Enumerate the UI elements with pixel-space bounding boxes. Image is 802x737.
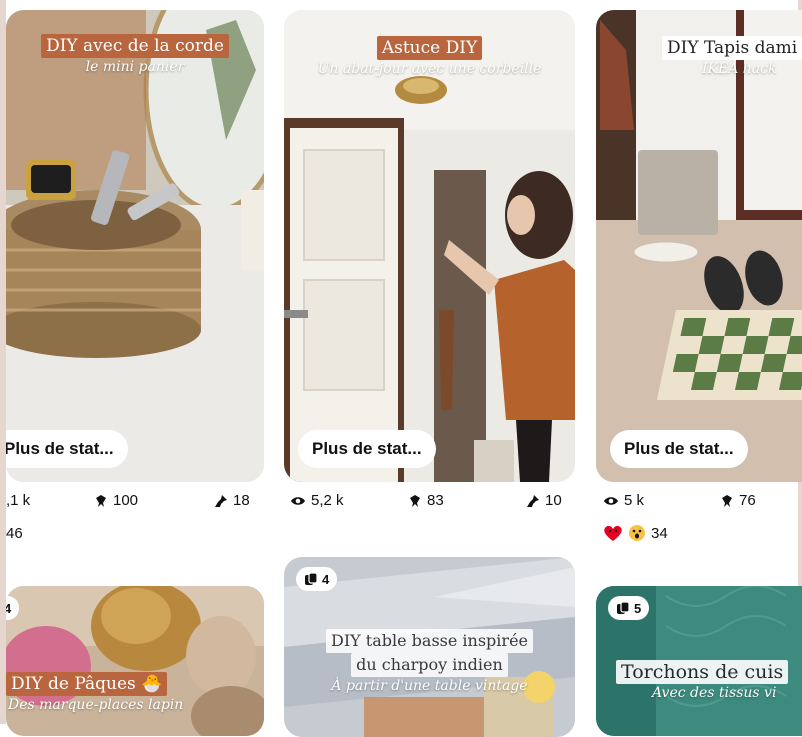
- reactions-stat: 46: [6, 525, 23, 542]
- pin-save-icon: [96, 494, 106, 507]
- card-title-overlay: DIY Tapis dami IKEA hack: [596, 36, 802, 77]
- pin-save-icon: [722, 494, 732, 507]
- heart-reaction-icon: [604, 525, 622, 541]
- pin-card-charpoy-table[interactable]: 4 DIY table basse inspirée du charpoy in…: [284, 557, 575, 737]
- card-title: DIY de Pâques 🐣: [6, 672, 168, 696]
- views-count: ,1 k: [6, 492, 31, 509]
- saves-count: 100: [113, 492, 139, 509]
- card-title-line2: du charpoy indien: [351, 653, 508, 677]
- badge-count: 4: [6, 600, 12, 616]
- pins-count: 18: [233, 492, 250, 509]
- pushpin-icon: [215, 494, 227, 507]
- views-count: 5,2 k: [311, 492, 344, 509]
- reactions-count: 46: [6, 525, 23, 542]
- card-subtitle: Un abat-jour avec une corbeille: [317, 61, 542, 77]
- rope-basket-photo: [6, 10, 264, 482]
- pins-stat: 10: [526, 492, 562, 509]
- pin-card-dish-towels[interactable]: 5 Torchons de cuis Avec des tissus vi: [596, 586, 802, 736]
- pin-card-rope-basket[interactable]: DIY avec de la corde le mini panier Plus…: [6, 10, 264, 482]
- views-stat: ,1 k: [6, 492, 30, 509]
- badge-count: 4: [322, 571, 330, 587]
- card-title: DIY Tapis dami: [662, 36, 802, 60]
- pins-stat: 18: [214, 492, 250, 509]
- multi-pin-badge: 4: [296, 567, 338, 591]
- multi-pin-icon: [305, 572, 318, 585]
- pin-save-icon: [410, 494, 420, 507]
- views-count: 5 k: [624, 492, 645, 509]
- saves-stat: 83: [408, 492, 444, 509]
- card-title: DIY avec de la corde: [41, 34, 229, 58]
- saves-count: 76: [739, 492, 756, 509]
- checkered-rug-photo: [596, 10, 802, 482]
- badge-count: 5: [634, 600, 642, 616]
- views-stat: 5 k: [603, 492, 644, 509]
- wow-reaction-icon: [629, 525, 645, 541]
- card-subtitle: IKEA hack: [702, 61, 777, 77]
- more-stats-button[interactable]: Plus de stat...: [6, 430, 128, 468]
- card-subtitle: Avec des tissus vi: [652, 685, 777, 701]
- card-subtitle: À partir d'une table vintage: [331, 678, 528, 694]
- reactions-count: 34: [651, 524, 668, 542]
- card-title: Torchons de cuis: [616, 660, 789, 684]
- more-stats-button[interactable]: Plus de stat...: [610, 430, 748, 468]
- card-title-line1: DIY table basse inspirée: [325, 629, 533, 653]
- card-title-overlay: Torchons de cuis Avec des tissus vi: [596, 660, 802, 701]
- pins-count: 10: [545, 492, 562, 509]
- lampshade-hallway-photo: [284, 10, 575, 482]
- eye-icon: [604, 496, 618, 505]
- card-subtitle: le mini panier: [85, 59, 185, 75]
- pin-card-easter[interactable]: 4 DIY de Pâques 🐣 Des marque-places lapi…: [6, 586, 264, 736]
- pushpin-icon: [527, 494, 539, 507]
- card-title: Astuce DIY: [376, 36, 483, 60]
- easter-eggs-photo: [6, 586, 264, 736]
- multi-pin-icon: [617, 601, 630, 614]
- card-title-overlay: Astuce DIY Un abat-jour avec une corbeil…: [284, 36, 575, 77]
- pin-card-checkered-rug[interactable]: DIY Tapis dami IKEA hack Plus de stat...: [596, 10, 802, 482]
- multi-pin-badge: 5: [608, 596, 650, 620]
- card-title-overlay: DIY de Pâques 🐣 Des marque-places lapin: [6, 672, 264, 713]
- more-stats-button[interactable]: Plus de stat...: [298, 430, 436, 468]
- reactions-stat: 34: [603, 524, 668, 542]
- saves-count: 83: [427, 492, 444, 509]
- eye-icon: [291, 496, 305, 505]
- card-title-overlay: DIY avec de la corde le mini panier: [6, 34, 264, 75]
- card-title-overlay: DIY table basse inspirée du charpoy indi…: [284, 629, 575, 694]
- card-subtitle: Des marque-places lapin: [8, 697, 184, 713]
- saves-stat: 76: [720, 492, 756, 509]
- views-stat: 5,2 k: [290, 492, 344, 509]
- saves-stat: 100: [94, 492, 138, 509]
- pin-card-lampshade[interactable]: Astuce DIY Un abat-jour avec une corbeil…: [284, 10, 575, 482]
